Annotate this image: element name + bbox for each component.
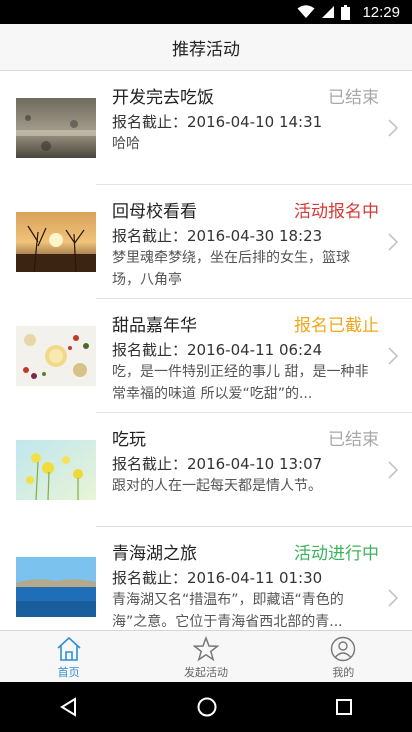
chevron-right-icon [388,589,398,607]
activity-description: 跟对的人在一起每天都是情人节。 [112,478,322,494]
activity-item[interactable]: 青海湖之旅 活动进行中 报名截止：2016-04-11 01:30 青海湖又名“… [0,527,412,630]
status-bar: 12:29 [0,0,412,24]
home-icon [57,636,81,661]
activity-title: 吃玩 [112,430,146,450]
activity-description: 吃，是一件特别正经的事儿 甜，是一种非常幸福的味道 所以爱“吃甜”的... [112,364,369,402]
system-nav-bar [0,682,412,732]
activity-deadline: 报名截止：2016-04-30 18:23 [112,227,323,245]
activity-deadline: 报名截止：2016-04-11 01:30 [112,569,323,587]
tab-label: 首页 [57,666,80,679]
status-badge: 活动进行中 [294,544,379,564]
activity-thumbnail [16,326,96,386]
activity-deadline: 报名截止：2016-04-11 06:24 [112,341,323,359]
activity-description: 梦里魂牵梦绕，坐在后排的女生，篮球场，八角亭 [112,250,350,288]
activity-description: 青海湖又名“措温布”，即藏语“青色的海”之意。它位于青海省西北部的青... [112,592,344,630]
activity-title: 开发完去吃饭 [112,88,214,108]
bottom-tab-bar: 首页 发起活动 我的 [0,630,412,683]
tab-label: 发起活动 [183,666,228,679]
activity-title: 甜品嘉年华 [112,316,197,336]
activity-item[interactable]: 开发完去吃饭 已结束 报名截止：2016-04-10 14:31 哈哈 [0,71,412,185]
recents-icon[interactable] [334,697,354,717]
star-icon [192,636,219,662]
chevron-right-icon [388,461,398,479]
page-title: 推荐活动 [172,39,240,60]
activity-deadline: 报名截止：2016-04-10 14:31 [112,113,323,131]
activity-deadline: 报名截止：2016-04-10 13:07 [112,455,323,473]
activity-thumbnail [16,440,96,500]
activity-title: 回母校看看 [112,202,197,222]
tab-create-activity[interactable]: 发起活动 [137,631,274,683]
activity-thumbnail [16,98,96,158]
page-header: 推荐活动 [0,24,412,71]
activity-list[interactable]: 开发完去吃饭 已结束 报名截止：2016-04-10 14:31 哈哈 回母校看… [0,71,412,630]
clock: 12:29 [362,3,400,21]
user-icon [331,636,356,662]
back-icon[interactable] [58,696,80,718]
tab-home[interactable]: 首页 [0,631,137,683]
status-badge: 已结束 [328,430,379,450]
tab-mine[interactable]: 我的 [275,631,412,683]
tab-label: 我的 [332,666,355,679]
chevron-right-icon [388,347,398,365]
activity-item[interactable]: 吃玩 已结束 报名截止：2016-04-10 13:07 跟对的人在一起每天都是… [0,413,412,527]
activity-title: 青海湖之旅 [112,544,197,564]
activity-thumbnail [16,212,96,272]
chevron-right-icon [388,119,398,137]
status-badge: 报名已截止 [294,316,379,336]
chevron-right-icon [388,233,398,251]
activity-item[interactable]: 甜品嘉年华 报名已截止 报名截止：2016-04-11 06:24 吃，是一件特… [0,299,412,413]
home-circle-icon[interactable] [196,696,218,718]
status-badge: 已结束 [328,88,379,108]
wifi-icon [297,5,315,18]
activity-description: 哈哈 [112,136,140,152]
activity-item[interactable]: 回母校看看 活动报名中 报名截止：2016-04-30 18:23 梦里魂牵梦绕… [0,185,412,299]
signal-icon [322,6,335,18]
battery-icon [341,4,351,20]
status-badge: 活动报名中 [294,202,379,222]
activity-thumbnail [16,557,96,617]
